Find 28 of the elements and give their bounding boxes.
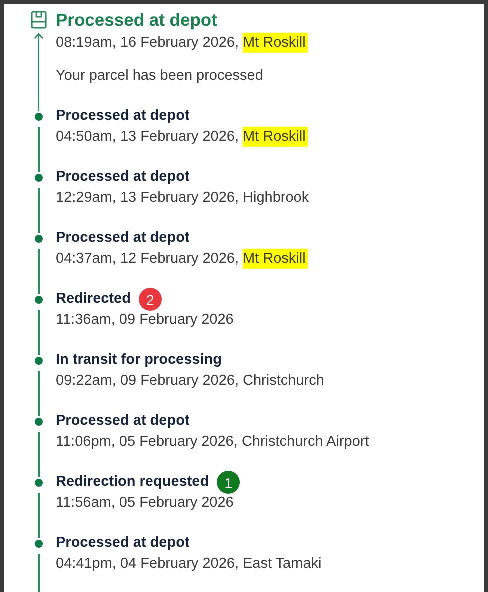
event-time: 09:22am, 09 February 2026, [56, 373, 240, 389]
event-time: 11:56am, 05 February 2026 [56, 495, 234, 511]
event-description: Your parcel has been processed [56, 67, 264, 86]
event-title: Redirected [56, 291, 131, 307]
event-title: Processed at depot [56, 230, 190, 246]
event-title: Processed at depot [56, 169, 190, 185]
event-time: 11:06pm, 05 February 2026, [56, 434, 239, 450]
event-time: 04:50am, 13 February 2026, [56, 129, 240, 145]
event-location: Mt Roskill [243, 127, 308, 147]
event-time: 08:19am, 16 February 2026, [56, 35, 240, 51]
event-title: Processed at depot [56, 108, 190, 124]
number-badge: 2 [138, 288, 162, 311]
event-title: Processed at depot [56, 535, 190, 551]
event-location: East Tamaki [243, 556, 322, 572]
event-location: Christchurch Airport [242, 434, 370, 450]
event-time: 11:36am, 09 February 2026 [56, 312, 234, 328]
event-location: Christchurch [243, 373, 324, 389]
event-time: 12:29am, 13 February 2026, [56, 190, 240, 206]
event-location: Highbrook [243, 190, 310, 206]
event-title: Redirection requested [56, 474, 210, 490]
event-time: 04:37am, 12 February 2026, [56, 251, 240, 267]
event-location: Mt Roskill [243, 33, 308, 53]
event-time: 04:41pm, 04 February 2026, [56, 556, 240, 572]
event-location: Mt Roskill [243, 249, 308, 269]
event-title: Processed at depot [56, 10, 218, 30]
event-title: Processed at depot [56, 413, 190, 429]
event-title: In transit for processing [56, 352, 222, 368]
number-badge: 1 [217, 471, 240, 494]
